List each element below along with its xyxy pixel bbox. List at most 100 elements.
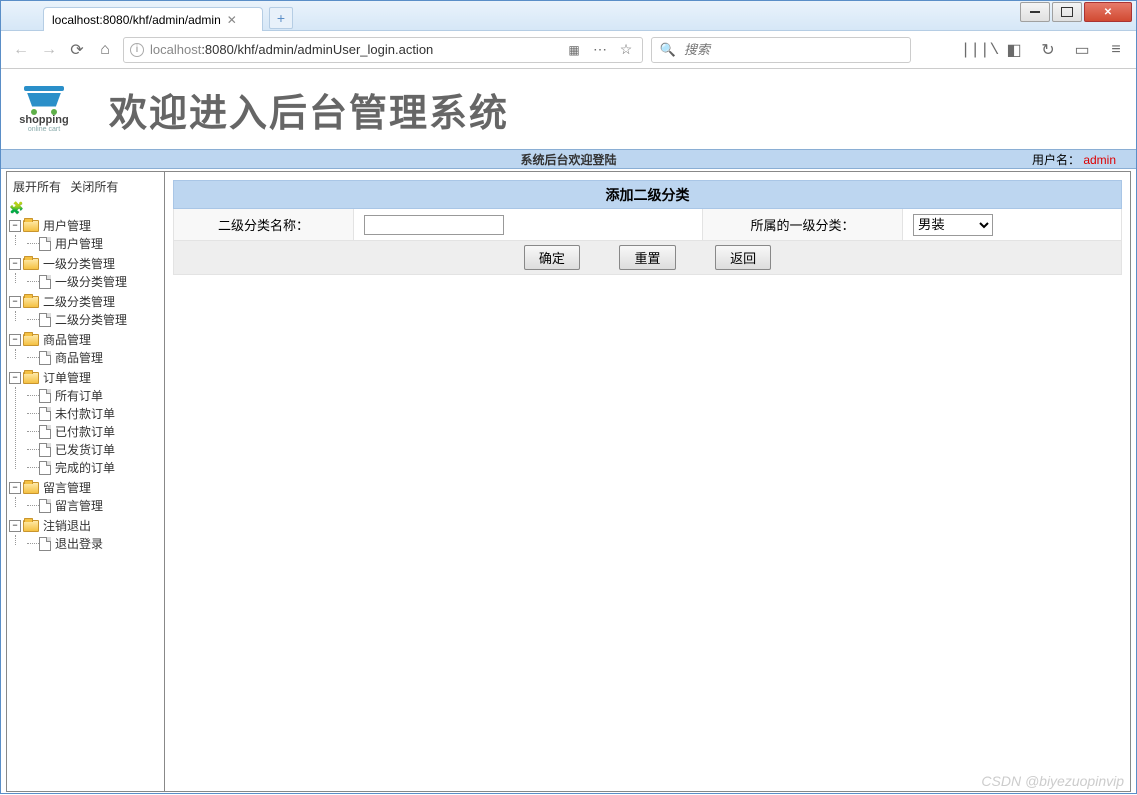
tree-leaf[interactable]: 商品管理 bbox=[27, 349, 162, 367]
tree-leaf-label[interactable]: 未付款订单 bbox=[55, 405, 115, 422]
parent-category-select[interactable]: 男装 bbox=[913, 214, 993, 236]
tree-leaf-label[interactable]: 留言管理 bbox=[55, 497, 103, 514]
nav-tree: 🧩 − 用户管理用户管理 − 一级分类管理一级分类管理 − 二级分类管理二级分类管理 − 商品… bbox=[9, 199, 162, 554]
collapse-icon[interactable]: − bbox=[9, 372, 21, 384]
tree-folder[interactable]: − 二级分类管理 bbox=[9, 293, 162, 311]
collapse-icon[interactable]: − bbox=[9, 520, 21, 532]
tree-leaf-label[interactable]: 已付款订单 bbox=[55, 423, 115, 440]
collapse-icon[interactable]: − bbox=[9, 334, 21, 346]
window-titlebar: localhost:8080/khf/admin/admin ✕ + bbox=[1, 1, 1136, 31]
tree-folder[interactable]: − 订单管理 bbox=[9, 369, 162, 387]
tree-controls: 展开所有 关闭所有 bbox=[9, 176, 162, 197]
tree-folder[interactable]: − 注销退出 bbox=[9, 517, 162, 535]
folder-icon bbox=[23, 334, 39, 346]
back-button[interactable]: 返回 bbox=[715, 245, 771, 270]
reload-icon[interactable]: ⟳ bbox=[67, 40, 87, 60]
collapse-icon[interactable]: − bbox=[9, 258, 21, 270]
tree-leaf-label[interactable]: 商品管理 bbox=[55, 349, 103, 366]
user-name: admin bbox=[1083, 153, 1116, 167]
home-icon[interactable]: ⌂ bbox=[95, 40, 115, 60]
close-tab-icon[interactable]: ✕ bbox=[227, 13, 237, 27]
tree-root-icon: 🧩 bbox=[9, 201, 25, 215]
form-table: 添加二级分类 二级分类名称： 所属的一级分类： 男装 bbox=[173, 180, 1122, 275]
tree-folder-label[interactable]: 商品管理 bbox=[43, 331, 91, 348]
system-bar-user: 用户名： admin bbox=[1032, 151, 1136, 168]
tree-leaf-label[interactable]: 一级分类管理 bbox=[55, 273, 127, 290]
tree-leaf[interactable]: 未付款订单 bbox=[27, 405, 162, 423]
tree-folder-label[interactable]: 订单管理 bbox=[43, 369, 91, 386]
bookmark-icon[interactable]: ☆ bbox=[616, 40, 636, 60]
tree-folder-label[interactable]: 一级分类管理 bbox=[43, 255, 115, 272]
sync-icon[interactable]: ↻ bbox=[1038, 40, 1058, 60]
maximize-button[interactable] bbox=[1052, 2, 1082, 22]
tree-folder[interactable]: − 用户管理 bbox=[9, 217, 162, 235]
category-name-input[interactable] bbox=[364, 215, 504, 235]
browser-window: localhost:8080/khf/admin/admin ✕ + ← → ⟳… bbox=[0, 0, 1137, 794]
collapse-icon[interactable]: − bbox=[9, 296, 21, 308]
form-title: 添加二级分类 bbox=[174, 181, 1122, 209]
tree-leaf-label[interactable]: 用户管理 bbox=[55, 235, 103, 252]
tree-leaf[interactable]: 用户管理 bbox=[27, 235, 162, 253]
tree-leaf[interactable]: 二级分类管理 bbox=[27, 311, 162, 329]
tree-leaf-label[interactable]: 已发货订单 bbox=[55, 441, 115, 458]
tree-leaf-label[interactable]: 退出登录 bbox=[55, 535, 103, 552]
file-icon bbox=[39, 237, 51, 251]
watermark: CSDN @biyezuopinvip bbox=[981, 773, 1124, 789]
tree-folder[interactable]: − 商品管理 bbox=[9, 331, 162, 349]
reset-button[interactable]: 重置 bbox=[619, 245, 675, 270]
url-bar[interactable]: i localhost:8080/khf/admin/adminUser_log… bbox=[123, 37, 643, 63]
welcome-heading: 欢迎进入后台管理系统 bbox=[109, 82, 509, 137]
back-icon[interactable]: ← bbox=[11, 40, 31, 60]
tree-leaf-label[interactable]: 二级分类管理 bbox=[55, 311, 127, 328]
close-window-button[interactable] bbox=[1084, 2, 1132, 22]
more-icon[interactable]: ⋯ bbox=[590, 40, 610, 60]
tree-leaf[interactable]: 已发货订单 bbox=[27, 441, 162, 459]
name-label: 二级分类名称： bbox=[174, 209, 354, 241]
submit-button[interactable]: 确定 bbox=[524, 245, 580, 270]
tree-folder-label[interactable]: 用户管理 bbox=[43, 217, 91, 234]
tree-folder-label[interactable]: 留言管理 bbox=[43, 479, 91, 496]
notes-icon[interactable]: ▭ bbox=[1072, 40, 1092, 60]
tree-leaf[interactable]: 留言管理 bbox=[27, 497, 162, 515]
url-text: localhost:8080/khf/admin/adminUser_login… bbox=[150, 42, 558, 57]
folder-icon bbox=[23, 220, 39, 232]
reader-icon[interactable]: ▦ bbox=[564, 40, 584, 60]
tree-leaf[interactable]: 已付款订单 bbox=[27, 423, 162, 441]
header-banner: shopping online cart 欢迎进入后台管理系统 bbox=[1, 69, 1136, 149]
forward-icon[interactable]: → bbox=[39, 40, 59, 60]
sidebar-icon[interactable]: ◧ bbox=[1004, 40, 1024, 60]
minimize-button[interactable] bbox=[1020, 2, 1050, 22]
folder-icon bbox=[23, 258, 39, 270]
browser-tab-active[interactable]: localhost:8080/khf/admin/admin ✕ bbox=[43, 7, 263, 31]
search-input[interactable] bbox=[684, 42, 904, 57]
folder-icon bbox=[23, 372, 39, 384]
window-controls bbox=[1018, 2, 1132, 22]
expand-all-link[interactable]: 展开所有 bbox=[13, 180, 61, 194]
browser-navbar: ← → ⟳ ⌂ i localhost:8080/khf/admin/admin… bbox=[1, 31, 1136, 69]
logo-text: shopping bbox=[9, 114, 79, 126]
tree-folder-label[interactable]: 二级分类管理 bbox=[43, 293, 115, 310]
file-icon bbox=[39, 407, 51, 421]
new-tab-button[interactable]: + bbox=[269, 7, 293, 29]
tree-folder-label[interactable]: 注销退出 bbox=[43, 517, 91, 534]
search-icon: 🔍 bbox=[658, 40, 678, 60]
tree-leaf-label[interactable]: 所有订单 bbox=[55, 387, 103, 404]
tree-folder[interactable]: − 一级分类管理 bbox=[9, 255, 162, 273]
collapse-icon[interactable]: − bbox=[9, 482, 21, 494]
site-info-icon[interactable]: i bbox=[130, 43, 144, 57]
tree-folder[interactable]: − 留言管理 bbox=[9, 479, 162, 497]
tree-leaf[interactable]: 所有订单 bbox=[27, 387, 162, 405]
tree-leaf-label[interactable]: 完成的订单 bbox=[55, 459, 115, 476]
toolbar-right: |||\ ◧ ↻ ▭ ≡ bbox=[970, 40, 1126, 60]
tab-title: localhost:8080/khf/admin/admin bbox=[52, 13, 221, 27]
collapse-all-link[interactable]: 关闭所有 bbox=[70, 180, 118, 194]
menu-icon[interactable]: ≡ bbox=[1106, 40, 1126, 60]
tree-leaf[interactable]: 完成的订单 bbox=[27, 459, 162, 477]
collapse-icon[interactable]: − bbox=[9, 220, 21, 232]
system-bar: 系统后台欢迎登陆 用户名： admin bbox=[1, 149, 1136, 169]
library-icon[interactable]: |||\ bbox=[970, 40, 990, 60]
tree-leaf[interactable]: 退出登录 bbox=[27, 535, 162, 553]
tree-leaf[interactable]: 一级分类管理 bbox=[27, 273, 162, 291]
page-content: shopping online cart 欢迎进入后台管理系统 系统后台欢迎登陆… bbox=[1, 69, 1136, 795]
search-bar[interactable]: 🔍 bbox=[651, 37, 911, 63]
